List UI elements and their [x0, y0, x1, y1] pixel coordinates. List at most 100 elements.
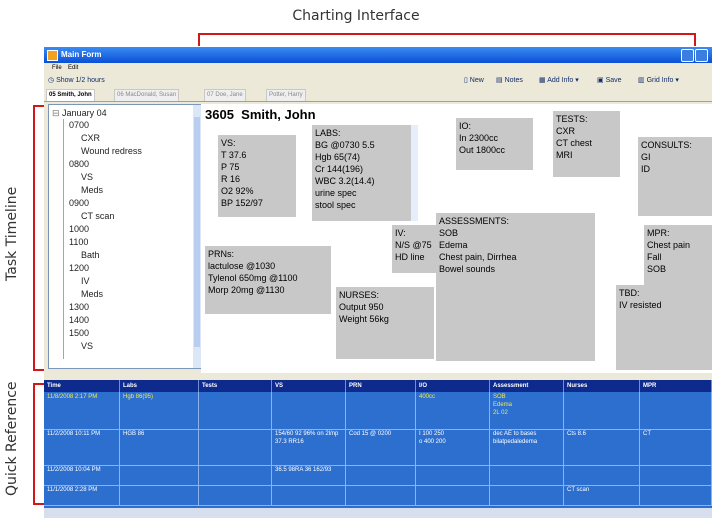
- main-form-window: Main Form File Edit ◷ Show 1/2 hours ▯ N…: [44, 47, 712, 518]
- tree-node-hour[interactable]: 0900: [69, 197, 89, 209]
- cell-mpr: CT: [640, 429, 712, 465]
- tree-task[interactable]: IV: [81, 275, 90, 287]
- grid-horizontal-scrollbar[interactable]: [44, 508, 712, 518]
- cell-vs: [272, 485, 346, 505]
- cell-mpr: [640, 465, 712, 485]
- app-icon: [47, 50, 58, 61]
- tree-node-hour[interactable]: 0800: [69, 158, 89, 170]
- tree-connector: [63, 119, 64, 359]
- notes-button[interactable]: ▤ Notes: [496, 76, 523, 86]
- cell-tests: [199, 392, 272, 429]
- cell-assessment: dec AE to bases bilatpedaledema: [490, 429, 564, 465]
- cell-io: [416, 465, 490, 485]
- tree-node-hour[interactable]: 0700: [69, 119, 89, 131]
- menu-file[interactable]: File: [52, 65, 62, 71]
- tree-task[interactable]: VS: [81, 340, 93, 352]
- tree-task[interactable]: VS: [81, 171, 93, 183]
- col-header-prn[interactable]: PRN: [346, 380, 416, 392]
- cell-vs: 36.5 98RA 36 162/93: [272, 465, 346, 485]
- assessments-box[interactable]: ASSESSMENTS: SOB Edema Chest pain, Dirrhea B…: [436, 213, 595, 361]
- prns-box[interactable]: PRNs: lactulose @1030 Tylenol 650mg @1100 M…: [205, 246, 331, 314]
- patient-detail-panel: 3605 Smith, John VS: T 37.6 P 75 R 16 O2 92%…: [201, 104, 712, 373]
- minimize-button[interactable]: [681, 49, 694, 62]
- task-timeline-caption: Task Timeline: [4, 186, 20, 281]
- patient-header: 3605 Smith, John: [205, 107, 316, 122]
- grid-info-button[interactable]: ▥ Grid Info ▾: [638, 76, 679, 86]
- menu-edit[interactable]: Edit: [68, 65, 78, 71]
- cell-prn: [346, 485, 416, 505]
- tree-scroll-thumb[interactable]: [194, 117, 200, 347]
- cell-labs: [120, 465, 199, 485]
- tbd-box[interactable]: TBD: IV resisted: [616, 285, 712, 370]
- col-header-assessment[interactable]: Assessment: [490, 380, 564, 392]
- cell-mpr: [640, 392, 712, 429]
- grid-icon: ▥: [638, 77, 647, 84]
- cell-assessment: [490, 485, 564, 505]
- quick-reference-grid: Time Labs Tests VS PRN I/O Assessment Nu…: [44, 380, 712, 518]
- cell-vs: 154/60 92 96% on 2l/np 37.3 RR16: [272, 429, 346, 465]
- tree-node-hour[interactable]: 1300: [69, 301, 89, 313]
- consults-box[interactable]: CONSULTS: GI ID: [638, 137, 712, 216]
- tab-patient-potter[interactable]: Potter, Harry: [266, 89, 306, 101]
- tab-patient-smith[interactable]: 05 Smith, John: [46, 89, 95, 101]
- patient-tabs: 05 Smith, John 06 MacDonald, Susan 07 Do…: [44, 88, 712, 102]
- title-bar[interactable]: Main Form: [44, 47, 712, 63]
- col-header-vs[interactable]: VS: [272, 380, 346, 392]
- cell-prn: Cod 15 @ 0200: [346, 429, 416, 465]
- tree-node-hour[interactable]: 1000: [69, 223, 89, 235]
- tests-box[interactable]: TESTS: CXR CT chest MRI: [553, 111, 620, 177]
- tree-task[interactable]: CXR: [81, 132, 100, 144]
- cell-labs: Hgb 86(95): [120, 392, 199, 429]
- tree-task[interactable]: Meds: [81, 184, 103, 196]
- timeline-bracket: [33, 105, 35, 370]
- vs-box[interactable]: VS: T 37.6 P 75 R 16 O2 92% BP 152/97: [218, 135, 296, 217]
- tree-node-hour[interactable]: 1200: [69, 262, 89, 274]
- charting-bracket-right: [694, 33, 696, 46]
- cell-labs: HGB 86: [120, 429, 199, 465]
- tree-node-hour[interactable]: 1400: [69, 314, 89, 326]
- tree-node-date[interactable]: ⊟ January 04: [52, 107, 107, 119]
- cell-prn: [346, 465, 416, 485]
- notes-icon: ▤: [496, 77, 505, 84]
- col-header-nurses[interactable]: Nurses: [564, 380, 640, 392]
- tree-node-hour[interactable]: 1500: [69, 327, 89, 339]
- tab-patient-macdonald[interactable]: 06 MacDonald, Susan: [114, 89, 180, 101]
- toolbar: ◷ Show 1/2 hours ▯ New ▤ Notes ▦ Add Inf…: [44, 74, 712, 88]
- maximize-button[interactable]: [695, 49, 708, 62]
- cell-nurses: [564, 392, 640, 429]
- tab-patient-doe[interactable]: 07 Doe, Jane: [204, 89, 246, 101]
- labs-box[interactable]: LABS: BG @0730 5.5 Hgb 65(74) Cr 144(196) WB…: [312, 125, 418, 221]
- tree-task[interactable]: Meds: [81, 288, 103, 300]
- save-icon: ▣: [597, 77, 606, 84]
- task-timeline-tree: ⊟ January 04 0700 CXR Wound redress 0800…: [48, 104, 202, 369]
- col-header-tests[interactable]: Tests: [199, 380, 272, 392]
- tree-scrollbar[interactable]: [193, 105, 201, 368]
- nurses-box[interactable]: NURSES: Output 950 Weight 56kg: [336, 287, 434, 359]
- cell-io: [416, 485, 490, 505]
- cell-assessment: [490, 465, 564, 485]
- save-button[interactable]: ▣ Save: [597, 76, 622, 86]
- cell-time: 11/8/2008 2:17 PM: [44, 392, 120, 429]
- tree-task[interactable]: Bath: [81, 249, 100, 261]
- cell-assessment: SOB Edema 2L 02: [490, 392, 564, 429]
- tree-node-hour[interactable]: 1100: [69, 236, 88, 248]
- cell-vs: [272, 392, 346, 429]
- tree-task[interactable]: CT scan: [81, 210, 114, 222]
- tree-task[interactable]: Wound redress: [81, 145, 142, 157]
- col-header-labs[interactable]: Labs: [120, 380, 199, 392]
- window-title: Main Form: [61, 50, 102, 59]
- io-box[interactable]: IO: In 2300cc Out 1800cc: [456, 118, 533, 170]
- show-range-button[interactable]: ◷ Show 1/2 hours: [48, 76, 105, 86]
- charting-bracket-top: [198, 33, 696, 35]
- col-header-io[interactable]: I/O: [416, 380, 490, 392]
- cell-nurses: [564, 465, 640, 485]
- col-header-mpr[interactable]: MPR: [640, 380, 712, 392]
- charting-interface-caption: Charting Interface: [292, 8, 420, 24]
- labs-scrollbar[interactable]: [411, 125, 418, 221]
- new-button[interactable]: ▯ New: [464, 76, 484, 86]
- quick-reference-caption: Quick Reference: [4, 381, 20, 496]
- col-header-time[interactable]: Time: [44, 380, 120, 392]
- add-info-button[interactable]: ▦ Add Info ▾: [539, 76, 579, 86]
- cell-time: 11/1/2008 2:28 PM: [44, 485, 120, 505]
- cell-io: 400cc: [416, 392, 490, 429]
